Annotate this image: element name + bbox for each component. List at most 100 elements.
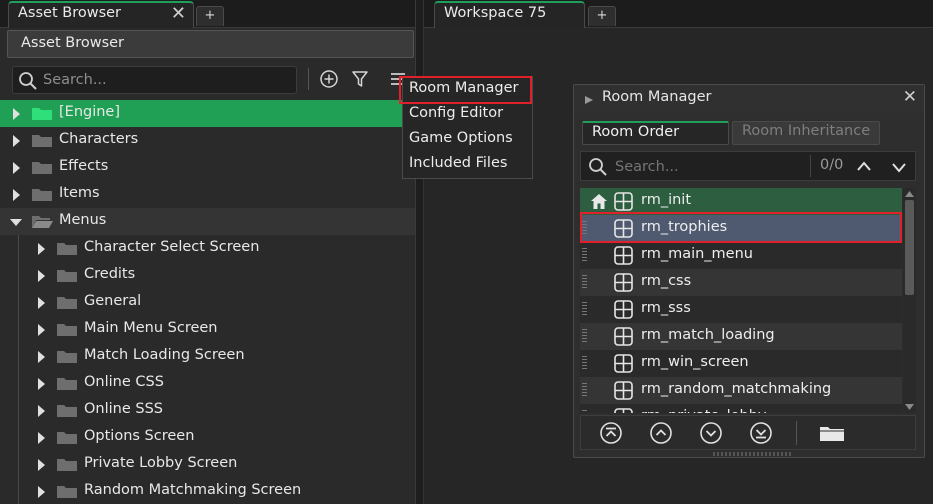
room-name: rm_css — [641, 273, 692, 289]
drag-handle-icon[interactable] — [582, 275, 587, 289]
room-row-rm-match-loading[interactable]: rm_match_loading — [580, 323, 902, 350]
expand-arrow-icon[interactable] — [13, 189, 20, 201]
room-row-rm-css[interactable]: rm_css — [580, 269, 902, 296]
room-row-rm-private-lobby[interactable]: rm_private_lobby — [580, 404, 902, 413]
asset-search-input[interactable] — [43, 70, 283, 90]
expand-arrow-icon[interactable] — [13, 162, 20, 174]
room-row-rm-sss[interactable]: rm_sss — [580, 296, 902, 323]
tree-item-label: Match Loading Screen — [84, 347, 245, 363]
add-circle-icon[interactable] — [317, 67, 341, 91]
tab-room-order[interactable]: Room Order — [582, 121, 729, 145]
tab-asset-browser[interactable]: Asset Browser ✕ — [8, 1, 194, 28]
expand-arrow-icon[interactable] — [13, 108, 20, 120]
drag-handle-icon[interactable] — [582, 248, 587, 262]
tree-item-label: Credits — [84, 266, 136, 282]
tab-room-inheritance[interactable]: Room Inheritance — [732, 121, 880, 145]
room-row-rm-main-menu[interactable]: rm_main_menu — [580, 242, 902, 269]
move-top-icon[interactable] — [599, 421, 623, 445]
folder-icon — [57, 270, 77, 282]
tab-room-inheritance-label: Room Inheritance — [742, 123, 871, 139]
menu-item-included-files[interactable]: Included Files — [409, 155, 507, 179]
tree-item-characters[interactable]: Characters — [0, 127, 415, 154]
menu-item-game-options[interactable]: Game Options — [409, 130, 513, 154]
tree-item-online-sss[interactable]: Online SSS — [0, 397, 415, 424]
tree-item-random-matchmaking-screen[interactable]: Random Matchmaking Screen — [0, 478, 415, 504]
folder-add-icon[interactable] — [819, 424, 845, 442]
tree-item-general[interactable]: General — [0, 289, 415, 316]
room-row-rm-random-matchmaking[interactable]: rm_random_matchmaking — [580, 377, 902, 404]
expand-arrow-icon[interactable] — [38, 297, 45, 309]
scrollbar-thumb[interactable] — [905, 200, 914, 295]
asset-search-field[interactable] — [12, 66, 297, 94]
tree-item-engine[interactable]: [Engine] — [0, 100, 415, 127]
expand-arrow-icon[interactable] — [38, 405, 45, 417]
highlight-box — [399, 76, 532, 104]
folder-open-icon — [32, 216, 53, 228]
close-icon[interactable]: ✕ — [171, 3, 186, 25]
tree-item-effects[interactable]: Effects — [0, 154, 415, 181]
room-manager-titlebar[interactable]: Room Manager ✕ — [574, 85, 924, 113]
expand-arrow-icon[interactable] — [38, 378, 45, 390]
drag-handle-icon[interactable] — [582, 329, 587, 343]
tree-item-options-screen[interactable]: Options Screen — [0, 424, 415, 451]
toolbar-separator — [308, 68, 309, 90]
tree-item-label: Private Lobby Screen — [84, 455, 238, 471]
room-row-rm-init[interactable]: rm_init — [580, 188, 902, 215]
room-name: rm_main_menu — [641, 246, 753, 262]
add-tab-button[interactable]: + — [196, 6, 224, 26]
expand-arrow-icon[interactable] — [38, 432, 45, 444]
move-bottom-icon[interactable] — [749, 421, 773, 445]
scroll-down-arrow-icon[interactable] — [905, 404, 914, 410]
menu-item-config-editor[interactable]: Config Editor — [409, 105, 503, 129]
scroll-up-arrow-icon[interactable] — [905, 191, 914, 197]
drag-handle-icon[interactable] — [582, 383, 587, 397]
expand-arrow-icon[interactable] — [38, 324, 45, 336]
expand-arrow-icon[interactable] — [38, 351, 45, 363]
room-icon — [614, 246, 633, 265]
chevron-up-icon[interactable] — [855, 158, 873, 176]
drag-handle-icon[interactable] — [582, 356, 587, 370]
tree-item-label: Characters — [59, 131, 139, 147]
folder-icon — [57, 378, 77, 390]
close-icon[interactable]: ✕ — [903, 87, 917, 107]
room-icon — [614, 381, 633, 400]
tab-room-order-label: Room Order — [592, 124, 680, 140]
tree-item-private-lobby-screen[interactable]: Private Lobby Screen — [0, 451, 415, 478]
tree-item-main-menu-screen[interactable]: Main Menu Screen — [0, 316, 415, 343]
chevron-down-icon[interactable] — [890, 158, 908, 176]
tab-asset-browser-label: Asset Browser — [18, 5, 122, 21]
tree-item-credits[interactable]: Credits — [0, 262, 415, 289]
filter-icon[interactable] — [348, 67, 372, 91]
room-name: rm_win_screen — [641, 354, 749, 370]
expand-arrow-icon[interactable] — [38, 486, 45, 498]
tree-item-character-select-screen[interactable]: Character Select Screen — [0, 235, 415, 262]
add-workspace-tab-button[interactable]: + — [588, 6, 616, 26]
room-icon — [614, 300, 633, 319]
folder-icon — [57, 351, 77, 363]
expand-arrow-icon[interactable] — [13, 135, 20, 147]
folder-icon — [57, 459, 77, 471]
folder-icon — [57, 432, 77, 444]
drag-handle-icon[interactable] — [582, 302, 587, 316]
tree-item-label: Options Screen — [84, 428, 195, 444]
tree-item-label: Random Matchmaking Screen — [84, 482, 302, 498]
room-row-rm-win-screen[interactable]: rm_win_screen — [580, 350, 902, 377]
expand-arrow-icon[interactable] — [38, 459, 45, 471]
tree-item-menus[interactable]: Menus — [0, 208, 415, 235]
folder-icon — [32, 135, 52, 147]
move-up-icon[interactable] — [649, 421, 673, 445]
tab-workspace[interactable]: Workspace 75 — [434, 1, 585, 28]
collapse-arrow-icon[interactable] — [10, 219, 22, 226]
move-down-icon[interactable] — [699, 421, 723, 445]
tree-item-match-loading-screen[interactable]: Match Loading Screen — [0, 343, 415, 370]
drag-handle-icon[interactable] — [582, 410, 587, 413]
expand-arrow-icon[interactable] — [38, 270, 45, 282]
room-search-input[interactable] — [615, 157, 800, 177]
resize-grip[interactable] — [713, 452, 793, 456]
tree-item-online-css[interactable]: Online CSS — [0, 370, 415, 397]
tree-item-items[interactable]: Items — [0, 181, 415, 208]
room-name: rm_private_lobby — [641, 408, 767, 413]
room-search-field[interactable]: 0/0 — [580, 151, 916, 181]
collapse-triangle-icon[interactable] — [583, 94, 595, 106]
expand-arrow-icon[interactable] — [38, 243, 45, 255]
